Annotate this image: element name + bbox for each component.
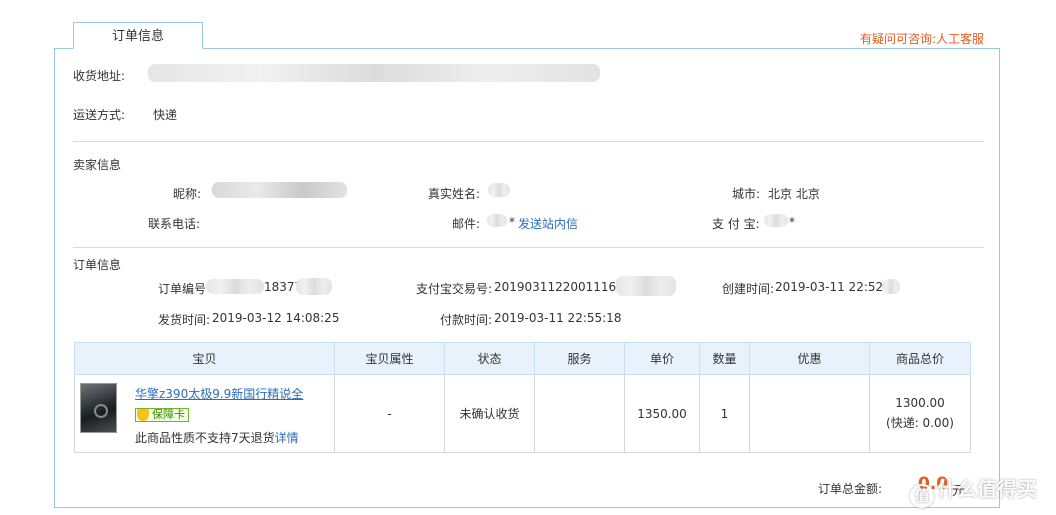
column-header: 商品总价 xyxy=(869,342,971,375)
attributes-cell: - xyxy=(334,374,445,453)
service-cell xyxy=(534,374,625,453)
watermark-text: 什么值得买 xyxy=(937,477,1037,501)
order-section-title: 订单信息 xyxy=(73,258,122,272)
alipay-trade-redacted xyxy=(616,276,676,296)
shield-icon xyxy=(137,409,149,421)
created-redacted xyxy=(882,279,900,294)
column-header: 单价 xyxy=(624,342,700,375)
divider xyxy=(73,247,984,248)
column-header: 服务 xyxy=(534,342,625,375)
order-items-table: 宝贝 宝贝属性 状态 服务 单价 数量 优惠 商品总价 华擎z390太极9.9新… xyxy=(74,342,971,453)
column-header: 宝贝 xyxy=(74,342,335,375)
shipped-value: 2019-03-12 14:08:25 xyxy=(212,311,340,325)
nickname-redacted xyxy=(212,182,347,198)
customer-service-link[interactable]: 有疑问可咨询:人工客服 xyxy=(860,30,984,47)
table-row: 华擎z390太极9.9新国行精说全 保障卡 此商品性质不支持7天退货详情 - 未… xyxy=(74,374,971,453)
send-message-link[interactable]: 发送站内信 xyxy=(518,215,578,232)
alipay-label: 支 付 宝: xyxy=(712,217,760,231)
shipping-method-label: 运送方式: xyxy=(73,108,126,122)
return-policy-text: 此商品性质不支持7天退货 xyxy=(135,431,275,445)
alipay-suffix: * xyxy=(789,215,795,229)
paid-label: 付款时间: xyxy=(440,313,493,327)
watermark-logo-icon: 值 xyxy=(910,484,934,508)
order-total-label: 订单总金额: xyxy=(818,482,883,496)
warranty-badge[interactable]: 保障卡 xyxy=(135,408,189,422)
quantity-cell: 1 xyxy=(699,374,750,453)
total-cell: 1300.00 (快递: 0.00) xyxy=(869,374,971,453)
item-shipping-fee: (快递: 0.00) xyxy=(886,416,954,430)
address-redacted xyxy=(148,64,600,82)
email-redacted xyxy=(487,214,507,227)
order-number-redacted xyxy=(206,279,264,294)
email-suffix: * xyxy=(509,215,515,229)
phone-label: 联系电话: xyxy=(148,217,201,231)
column-header: 宝贝属性 xyxy=(334,342,445,375)
created-value: 2019-03-11 22:52:5 xyxy=(775,280,895,294)
email-label: 邮件: xyxy=(452,217,481,231)
column-header: 状态 xyxy=(444,342,535,375)
return-policy-note: 此商品性质不支持7天退货详情 xyxy=(135,429,299,446)
column-header: 数量 xyxy=(699,342,750,375)
shipping-method-value: 快递 xyxy=(153,108,178,122)
realname-label: 真实姓名: xyxy=(428,187,481,201)
item-total-value: 1300.00 xyxy=(895,396,945,410)
alipay-trade-label: 支付宝交易号: xyxy=(416,282,493,296)
item-cell: 华擎z390太极9.9新国行精说全 保障卡 此商品性质不支持7天退货详情 xyxy=(74,374,335,453)
alipay-trade-value: 201903112200111640 xyxy=(494,280,632,294)
created-label: 创建时间: xyxy=(722,282,775,296)
city-value: 北京 北京 xyxy=(768,187,820,201)
paid-value: 2019-03-11 22:55:18 xyxy=(494,311,622,325)
divider xyxy=(73,141,984,142)
seller-section-title: 卖家信息 xyxy=(73,158,122,172)
table-header-row: 宝贝 宝贝属性 状态 服务 单价 数量 优惠 商品总价 xyxy=(74,342,971,375)
order-number-redacted-tail xyxy=(296,278,332,295)
column-header: 优惠 xyxy=(749,342,870,375)
details-link[interactable]: 详情 xyxy=(275,431,299,445)
unit-price-cell: 1350.00 xyxy=(624,374,700,453)
watermark: 值什么值得买 xyxy=(910,474,1050,508)
address-label: 收货地址: xyxy=(73,69,126,83)
status-cell: 未确认收货 xyxy=(444,374,535,453)
order-number-label: 订单编号 xyxy=(158,282,207,296)
product-thumbnail[interactable] xyxy=(80,383,117,433)
city-label: 城市: xyxy=(732,187,761,201)
shipped-label: 发货时间: xyxy=(158,313,211,327)
realname-redacted xyxy=(488,183,510,197)
badge-label: 保障卡 xyxy=(152,408,185,421)
nickname-label: 昵称: xyxy=(173,187,202,201)
tab-order-info[interactable]: 订单信息 xyxy=(73,22,203,49)
discount-cell xyxy=(749,374,870,453)
alipay-redacted xyxy=(764,214,788,227)
product-title-link[interactable]: 华擎z390太极9.9新国行精说全 xyxy=(135,385,303,402)
